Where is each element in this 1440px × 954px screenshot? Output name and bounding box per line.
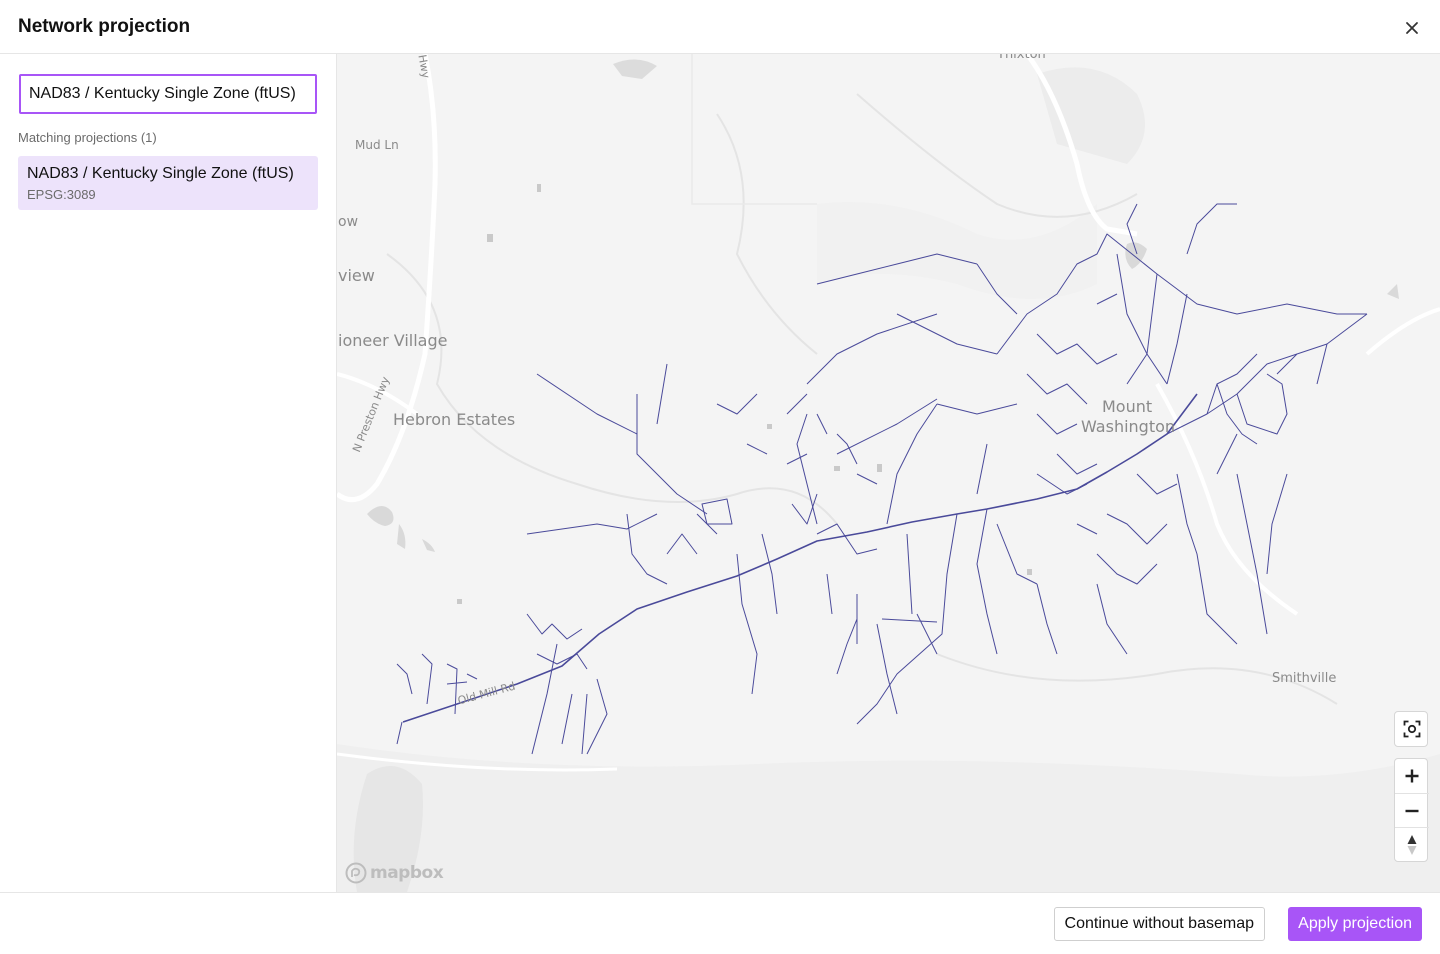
apply-projection-button[interactable]: Apply projection	[1288, 907, 1422, 941]
map-label-thixton: Thixton	[997, 54, 1046, 62]
map-label-pioneer-village: ioneer Village	[338, 331, 448, 350]
network-projection-dialog: Network projection Matching projections …	[0, 0, 1440, 954]
locate-button[interactable]	[1395, 712, 1429, 746]
mapbox-wordmark: mapbox	[370, 863, 444, 883]
dialog-footer: Continue without basemap Apply projectio…	[0, 892, 1440, 954]
navigation-control	[1394, 758, 1429, 862]
dialog-title: Network projection	[18, 16, 191, 37]
locate-control	[1394, 711, 1428, 747]
continue-without-basemap-button[interactable]: Continue without basemap	[1053, 907, 1265, 941]
mapbox-logo-icon	[345, 862, 367, 884]
projection-sidebar: Matching projections (1) NAD83 / Kentuck…	[0, 54, 337, 892]
dialog-header: Network projection	[0, 0, 1440, 54]
reset-north-button[interactable]	[1395, 827, 1429, 861]
plus-icon	[1405, 769, 1419, 783]
map-label-smithville: Smithville	[1272, 671, 1337, 686]
map-label-mud-ln: Mud Ln	[355, 138, 399, 152]
map-label-washington: Washington	[1081, 417, 1176, 436]
map-label-view: view	[338, 266, 375, 285]
projection-result-name: NAD83 / Kentucky Single Zone (ftUS)	[27, 165, 294, 182]
map-label-mount: Mount	[1102, 397, 1153, 416]
basemap	[337, 54, 1440, 892]
matching-projections-label: Matching projections (1)	[18, 130, 157, 145]
close-button[interactable]	[1402, 18, 1422, 38]
projection-result-code: EPSG:3089	[27, 187, 96, 202]
locate-focus-icon	[1403, 720, 1421, 738]
zoom-out-button[interactable]	[1395, 793, 1429, 827]
zoom-in-button[interactable]	[1395, 759, 1429, 793]
map-label-hebron-estates: Hebron Estates	[393, 410, 516, 429]
compass-icon	[1407, 834, 1417, 855]
mapbox-attribution[interactable]: mapbox	[345, 862, 444, 884]
projection-result-item[interactable]: NAD83 / Kentucky Single Zone (ftUS) EPSG…	[18, 156, 318, 210]
minus-icon	[1405, 809, 1419, 812]
map-label-low: ow	[338, 214, 359, 230]
projection-search-input[interactable]	[19, 74, 317, 114]
map-view[interactable]: Thixton Hwy Mud Ln ow view ioneer Villag…	[337, 54, 1440, 892]
close-icon	[1406, 22, 1418, 34]
